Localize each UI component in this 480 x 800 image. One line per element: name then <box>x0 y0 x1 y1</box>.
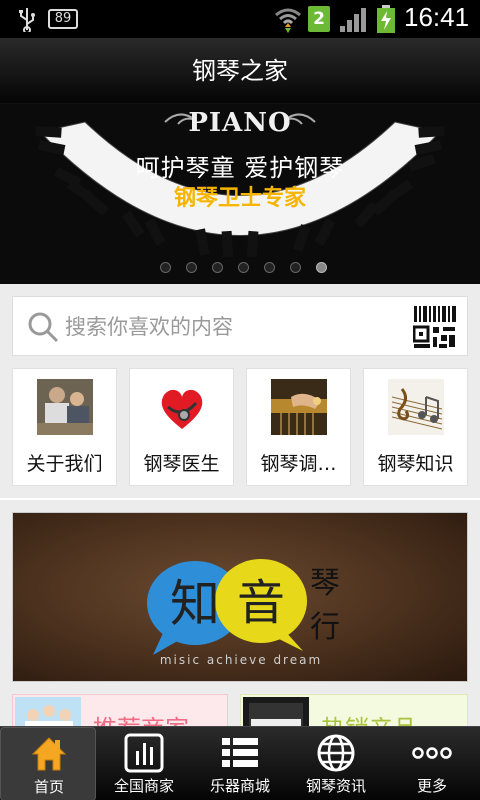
pager-dot[interactable] <box>316 262 327 273</box>
hero-banner[interactable]: PIANO 呵护琴童 爱护钢琴 钢琴卫士专家 <box>0 104 480 284</box>
battery-level-indicator: 89 <box>48 9 78 29</box>
bar-chart-icon <box>124 733 164 773</box>
logo-char-yin: 音 <box>237 575 285 631</box>
home-icon <box>31 737 67 771</box>
sim-badge: 2 <box>308 6 330 32</box>
black-key <box>144 218 166 246</box>
pager-dot[interactable] <box>160 262 171 273</box>
black-key <box>221 230 234 258</box>
clock: 16:41 <box>404 2 470 32</box>
qr-scan-icon[interactable] <box>413 305 457 349</box>
people-meeting-image <box>37 379 93 435</box>
tab-home[interactable]: 首页 <box>0 727 96 800</box>
feature-banner[interactable]: 知 音 琴 行 misic achieve dream <box>12 512 468 682</box>
more-dots-icon <box>412 747 452 759</box>
tab-label: 更多 <box>416 777 447 795</box>
logo-char-hang: 行 <box>310 610 340 645</box>
tab-label: 乐器商城 <box>209 777 270 795</box>
quick-link-label: 钢琴知识 <box>377 453 454 475</box>
quick-link-knowledge[interactable]: 钢琴知识 <box>363 368 468 486</box>
banner-slogan-1: 呵护琴童 爱护钢琴 <box>135 154 345 182</box>
black-key <box>314 218 336 246</box>
tab-label: 钢琴资讯 <box>305 777 366 795</box>
tab-store[interactable]: 乐器商城 <box>192 727 288 800</box>
page-title: 钢琴之家 <box>0 38 480 104</box>
tab-label: 首页 <box>33 778 64 796</box>
pager-dot[interactable] <box>238 262 249 273</box>
wifi-icon <box>275 8 301 33</box>
pager-dot[interactable] <box>290 262 301 273</box>
stethoscope-heart-image <box>154 379 210 435</box>
pager-dot[interactable] <box>264 262 275 273</box>
bottom-tab-bar: 首页 全国商家 乐器商城 钢琴资讯 更多 <box>0 726 480 800</box>
quick-link-label: 钢琴调… <box>260 453 337 475</box>
status-bar: 89 2 16:41 <box>0 0 480 38</box>
quick-link-tuning[interactable]: 钢琴调… <box>246 368 351 486</box>
usb-icon <box>19 8 35 32</box>
banner-slogan-2: 钢琴卫士专家 <box>173 186 306 211</box>
globe-icon <box>317 734 355 772</box>
pager-dot[interactable] <box>212 262 223 273</box>
tab-merchants[interactable]: 全国商家 <box>96 727 192 800</box>
search-icon <box>28 312 59 343</box>
black-key <box>246 230 259 258</box>
banner-pager[interactable] <box>160 262 330 276</box>
pager-dot[interactable] <box>186 262 197 273</box>
battery-icon <box>377 5 395 33</box>
piano-tuning-image <box>271 379 327 435</box>
banner-brand: PIANO <box>188 108 292 138</box>
divider <box>0 498 480 500</box>
search-bar[interactable] <box>12 296 468 356</box>
quick-link-label: 钢琴医生 <box>143 453 220 475</box>
list-icon <box>222 738 258 767</box>
tab-label: 全国商家 <box>113 777 174 795</box>
quick-link-label: 关于我们 <box>26 453 103 475</box>
quick-link-about[interactable]: 关于我们 <box>12 368 117 486</box>
logo-char-zhi: 知 <box>170 575 220 633</box>
app-screen: 89 2 16:41 钢琴之家 PIANO 呵护琴童 爱护钢琴 钢琴卫士专家 搜… <box>0 0 480 800</box>
logo-char-qin: 琴 <box>310 566 340 601</box>
quick-link-doctor[interactable]: 钢琴医生 <box>129 368 234 486</box>
search-input[interactable] <box>65 307 405 347</box>
tab-more[interactable]: 更多 <box>384 727 480 800</box>
signal-icon <box>340 8 366 32</box>
tab-news[interactable]: 钢琴资讯 <box>288 727 384 800</box>
black-key <box>121 210 145 238</box>
black-key <box>292 224 311 252</box>
feature-slogan: misic achieve dream <box>159 653 323 667</box>
music-notes-image <box>388 379 444 435</box>
